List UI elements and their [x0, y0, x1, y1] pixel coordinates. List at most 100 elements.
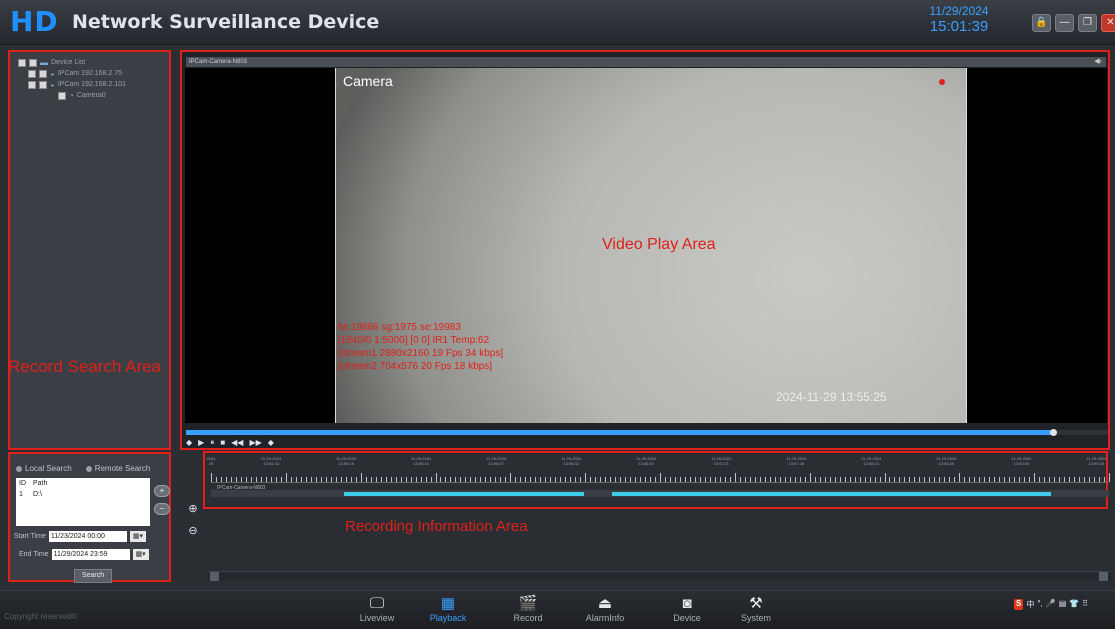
remote-search-radio[interactable]: Remote Search	[85, 464, 150, 473]
video-window-title-bar: IPCam-Camera-N803 ◀›	[186, 57, 1106, 67]
playback-progress-bar[interactable]	[186, 429, 1108, 436]
radio-icon	[85, 465, 92, 472]
tick-mark	[769, 477, 771, 482]
recording-timeline[interactable]: 2024 29 IPCam-Camera-N803 11-29-2024 13:5…	[203, 451, 1110, 509]
calendar-icon[interactable]: ▦▾	[132, 549, 149, 560]
timeline-scrollbar[interactable]	[207, 571, 1111, 581]
speaker-icon[interactable]: ◀›	[1094, 57, 1102, 67]
tree-item-ipcam-101[interactable]: ◒ IPCam 192.168.2.101	[28, 80, 126, 89]
fast-icon[interactable]: ▶▶	[249, 438, 261, 448]
nav-liveview[interactable]: 🖵 Liveview	[345, 595, 409, 623]
checkbox[interactable]	[29, 58, 37, 67]
row-id: 1	[19, 491, 23, 498]
scroll-right-icon[interactable]	[1099, 572, 1108, 581]
end-time-label: End Time	[19, 551, 49, 558]
nav-system[interactable]: ⚒ System	[724, 595, 788, 623]
tick-mark	[669, 477, 671, 482]
remove-path-button[interactable]: −	[154, 503, 170, 515]
tick-mark	[679, 477, 681, 482]
tick-mark	[465, 477, 467, 482]
microphone-icon[interactable]: 🎤	[1046, 599, 1056, 610]
tick-mark	[430, 477, 432, 482]
tick-mark	[839, 477, 841, 482]
progress-knob[interactable]	[1049, 429, 1057, 436]
tree-item-device-list[interactable]: ▬ Device List	[18, 58, 85, 67]
tick-mark	[664, 477, 666, 482]
checkbox[interactable]	[39, 69, 47, 78]
play-icon[interactable]: ▶	[198, 438, 204, 448]
tick-mark	[829, 477, 831, 482]
tick-mark	[1029, 477, 1031, 482]
lock-icon[interactable]: 🔒	[1032, 14, 1051, 32]
tree-item-camera0[interactable]: ◔ Camera0	[58, 91, 106, 100]
tick-mark	[645, 477, 647, 482]
zoom-out-icon[interactable]: ⊖	[186, 524, 200, 538]
ime-logo-icon[interactable]: S	[1014, 599, 1024, 610]
playback-icon: ▦	[440, 595, 456, 612]
end-time-field[interactable]: 11/29/2024 23:59	[51, 549, 130, 560]
tick-mark	[974, 477, 976, 482]
zoom-in-icon[interactable]: ⊕	[186, 502, 200, 516]
tick-mark	[1104, 477, 1105, 482]
tick-mark	[1044, 477, 1046, 482]
tick-mark	[520, 477, 522, 482]
nav-alarminfo[interactable]: ⏏ AlarmInfo	[573, 595, 637, 623]
video-canvas[interactable]: Camera fw:19886 sg:1975 se:19983 [1840/0…	[185, 68, 1107, 423]
expand-icon[interactable]	[28, 69, 36, 78]
tick-mark	[565, 477, 567, 482]
tick-mark	[874, 477, 876, 482]
tick-mark	[505, 477, 507, 482]
tick-mark	[211, 473, 212, 482]
tick-mark	[455, 477, 457, 482]
tick-mark	[749, 477, 751, 482]
recorded-segment[interactable]	[612, 492, 1051, 496]
tick-mark	[425, 477, 427, 482]
checkbox[interactable]	[39, 80, 47, 89]
table-row[interactable]: 1 D:\	[16, 489, 150, 500]
minimize-icon[interactable]: —	[1055, 14, 1074, 32]
path-table[interactable]: ID Path 1 D:\	[16, 478, 150, 526]
nav-device[interactable]: ◙ Device	[655, 595, 719, 623]
tree-item-ipcam-75[interactable]: ◒ IPCam 192.168.2.75	[28, 69, 122, 78]
pause-icon[interactable]: ⏸	[210, 438, 214, 448]
slow-icon[interactable]: ◀◀	[231, 438, 243, 448]
tick-time: 13:56:07	[488, 461, 504, 466]
tick-time: 13:54:33	[263, 461, 279, 466]
recording-dot-icon	[939, 79, 945, 85]
nav-playback[interactable]: ▦ Playback	[416, 595, 480, 623]
start-time-field[interactable]: 11/23/2024 00:00	[48, 531, 127, 542]
search-button[interactable]: Search	[74, 569, 112, 583]
ime-chinese-icon[interactable]: 中	[1026, 599, 1034, 610]
punctuation-icon[interactable]: °,	[1037, 599, 1042, 610]
tick-mark	[689, 477, 691, 482]
tick-mark	[215, 477, 217, 482]
add-path-button[interactable]: +	[154, 485, 170, 497]
close-icon[interactable]: ✕	[1101, 14, 1115, 32]
tick-mark	[600, 477, 602, 482]
nav-record[interactable]: 🎬 Record	[496, 595, 560, 623]
tick-mark	[744, 477, 746, 482]
record-search-area-label: Record Search Area	[8, 357, 162, 376]
calendar-icon[interactable]: ▦▾	[129, 531, 146, 542]
tick-mark	[225, 477, 227, 482]
expand-icon[interactable]	[18, 58, 26, 67]
tick-mark	[410, 477, 412, 482]
recorded-segment[interactable]	[343, 492, 584, 496]
tick-mark	[550, 477, 552, 482]
stop-icon[interactable]: ■	[220, 438, 225, 448]
tick-mark	[869, 477, 871, 482]
expand-icon[interactable]	[28, 80, 36, 89]
scroll-left-icon[interactable]	[210, 572, 219, 581]
tick-mark	[230, 477, 232, 482]
checkbox[interactable]	[58, 91, 66, 100]
camera-device-icon: ◙	[682, 595, 692, 612]
keyboard-icon[interactable]: ▤	[1059, 599, 1067, 610]
restore-icon[interactable]: ❐	[1078, 14, 1097, 32]
skin-icon[interactable]: 👕	[1069, 599, 1079, 610]
start-time-row: Start Time 11/23/2024 00:00 ▦▾	[14, 531, 146, 542]
tools-menu-icon[interactable]: ⠿	[1082, 599, 1088, 610]
prev-frame-icon[interactable]: ◆	[186, 438, 192, 448]
local-search-radio[interactable]: Local Search	[16, 464, 72, 473]
tick-mark	[944, 477, 946, 482]
next-frame-icon[interactable]: ◆	[268, 438, 274, 448]
